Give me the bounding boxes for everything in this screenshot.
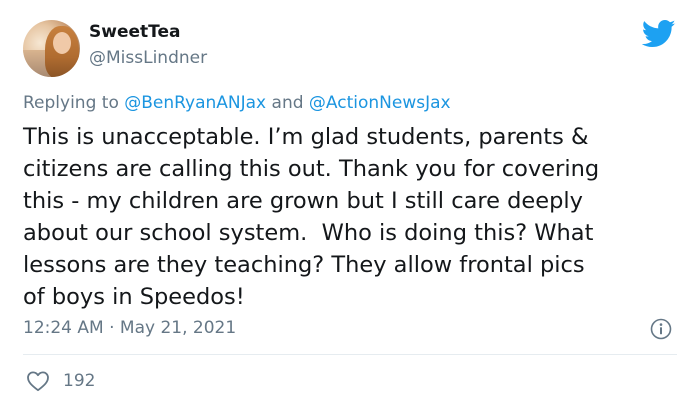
timestamp-separator: · — [103, 318, 120, 338]
avatar[interactable] — [23, 20, 80, 77]
mention-link[interactable]: @BenRyanANJax — [124, 93, 266, 113]
mention-link[interactable]: @ActionNewsJax — [309, 93, 451, 113]
reply-context: Replying to @BenRyanANJax and @ActionNew… — [23, 93, 451, 113]
avatar-face — [53, 32, 71, 54]
twitter-bird-icon[interactable] — [642, 19, 676, 49]
divider — [23, 354, 677, 355]
tweet-date[interactable]: May 21, 2021 — [120, 318, 236, 338]
heart-icon[interactable] — [26, 370, 50, 392]
tweet-time[interactable]: 12:24 AM — [23, 318, 104, 338]
tweet-timestamp[interactable]: 12:24 AM · May 21, 2021 — [23, 318, 236, 338]
like-count: 192 — [63, 371, 96, 391]
info-icon[interactable] — [650, 318, 672, 340]
display-name[interactable]: SweetTea — [89, 22, 180, 42]
tweet-text: This is unacceptable. I’m glad students,… — [23, 124, 600, 310]
reply-prefix: Replying to — [23, 93, 125, 113]
reply-conjunction: and — [266, 93, 309, 113]
user-handle[interactable]: @MissLindner — [89, 48, 207, 68]
tweet-card: SweetTea @MissLindner Replying to @BenRy… — [0, 0, 700, 409]
